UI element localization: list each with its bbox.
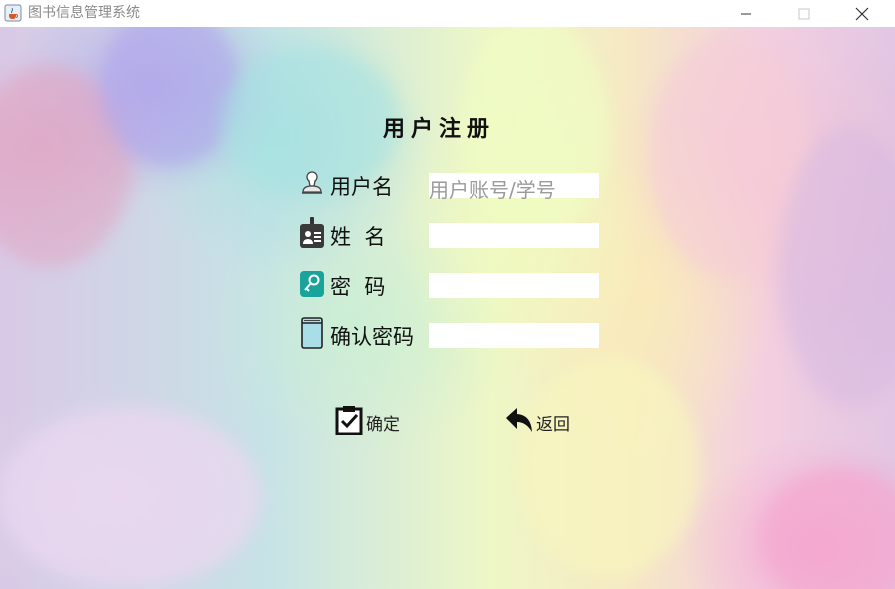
confirm-password-input[interactable] xyxy=(429,323,599,348)
back-button-label: 返回 xyxy=(536,414,570,435)
form-title: 用户注册 xyxy=(383,116,496,142)
password-input[interactable] xyxy=(429,273,599,298)
clipboard-check-icon xyxy=(335,405,363,439)
username-label: 用户名 xyxy=(330,175,393,199)
java-coffee-icon xyxy=(4,4,22,22)
maximize-button[interactable] xyxy=(776,0,832,27)
window-title: 图书信息管理系统 xyxy=(28,5,140,21)
password-label: 密 码 xyxy=(330,275,386,299)
back-button[interactable]: 返回 xyxy=(505,406,570,438)
register-panel: 用户注册 用户名 用户账号/学号 姓 名 密 码 确认密码 确定 返回 xyxy=(0,27,895,589)
confirm-button-label: 确定 xyxy=(366,414,400,435)
confirm-password-label: 确认密码 xyxy=(330,325,414,349)
name-label: 姓 名 xyxy=(330,225,386,249)
minimize-button[interactable] xyxy=(718,0,774,27)
name-input[interactable] xyxy=(429,223,599,248)
confirm-button[interactable]: 确定 xyxy=(335,405,400,439)
notebook-icon xyxy=(301,317,325,349)
reply-arrow-icon xyxy=(505,406,533,438)
username-placeholder: 用户账号/学号 xyxy=(429,178,556,202)
window-titlebar: 图书信息管理系统 xyxy=(0,0,895,27)
user-stamp-icon xyxy=(300,170,324,196)
id-badge-icon xyxy=(299,217,324,248)
close-button[interactable] xyxy=(834,0,890,27)
key-icon xyxy=(300,271,324,297)
